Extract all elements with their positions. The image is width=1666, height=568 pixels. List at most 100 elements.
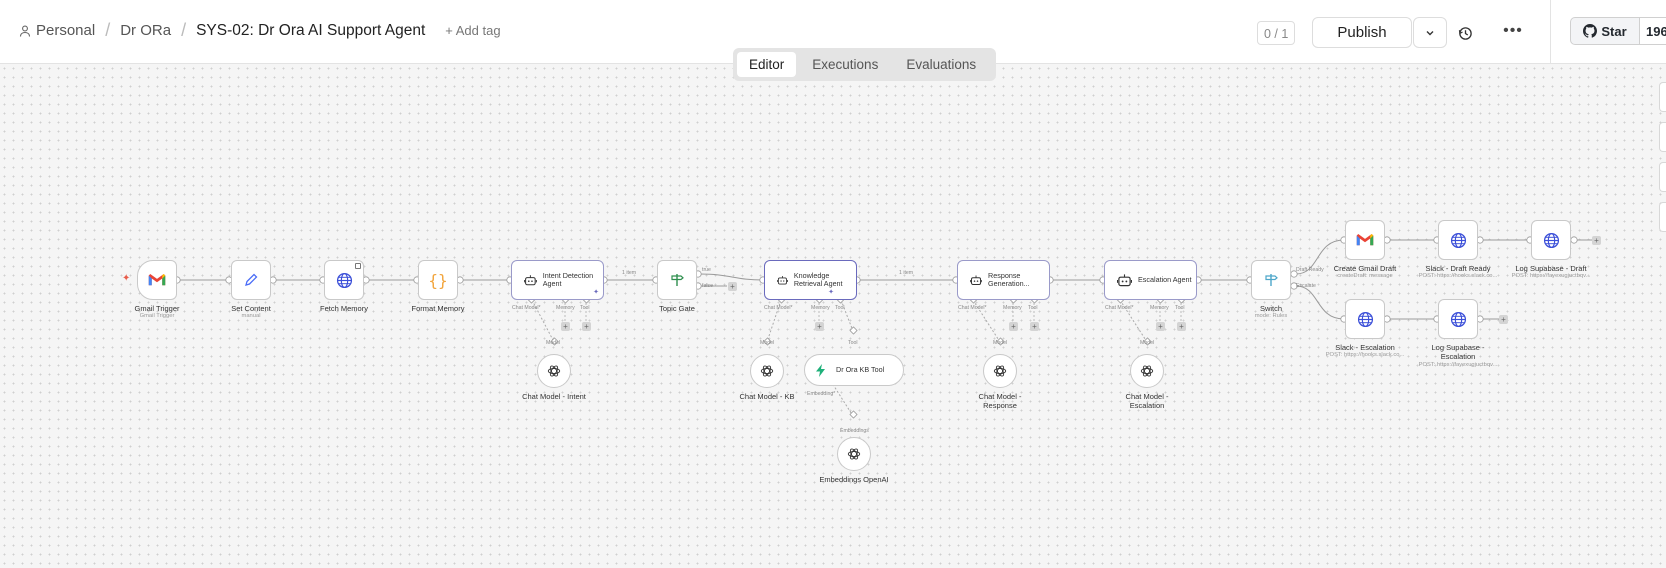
port-label: Tool	[835, 305, 845, 311]
github-star-button[interactable]: Star	[1570, 17, 1640, 45]
pin-icon: ✦	[828, 289, 834, 296]
add-memory-button[interactable]: +	[561, 322, 570, 331]
chat-model-kb-node[interactable]	[750, 354, 784, 388]
port-label: Chat Model*	[958, 305, 987, 311]
github-star-count[interactable]: 196,1	[1640, 17, 1666, 45]
breadcrumb-project[interactable]: Dr ORa	[120, 22, 171, 39]
kb-tool-node[interactable]: Dr Ora KB Tool	[804, 354, 904, 386]
set-content-node[interactable]	[231, 260, 271, 300]
add-tool-button[interactable]: +	[1030, 322, 1039, 331]
add-tool-button[interactable]: +	[582, 322, 591, 331]
knowledge-retrieval-agent-node[interactable]: Knowledge Retrieval Agent ✦	[764, 260, 857, 300]
tab-editor[interactable]: Editor	[737, 52, 797, 77]
port-label: Tool	[848, 340, 858, 346]
add-node-button[interactable]: +	[1499, 315, 1508, 324]
tab-evaluations[interactable]: Evaluations	[894, 52, 988, 77]
port-label: Model	[993, 340, 1008, 346]
gmail-trigger-node[interactable]	[137, 260, 177, 300]
port-label: true	[702, 267, 711, 273]
chat-model-escalation-node[interactable]	[1130, 354, 1164, 388]
person-icon	[19, 25, 31, 37]
node-subtitle: manual	[241, 313, 261, 319]
publish-button[interactable]: Publish	[1312, 17, 1412, 48]
switch-node[interactable]	[1251, 260, 1291, 300]
node-label: Intent Detection Agent	[542, 270, 594, 288]
chat-model-intent-node[interactable]	[537, 354, 571, 388]
port-label: Model	[546, 340, 561, 346]
openai-icon	[847, 448, 861, 460]
breadcrumb: Personal / Dr ORa / SYS-02: Dr Ora AI Su…	[18, 20, 501, 41]
node-label: Log Supabase - Draft	[1515, 264, 1587, 273]
globe-icon	[336, 272, 352, 288]
node-label: Chat Model - KB	[739, 392, 795, 401]
add-memory-button[interactable]: +	[815, 322, 824, 331]
port-label: Embeddings	[840, 428, 869, 434]
node-subtitle: POST: https://hooks.slack.co...	[1325, 352, 1405, 358]
pencil-icon	[245, 273, 258, 286]
tab-executions[interactable]: Executions	[800, 52, 890, 77]
port-label: Model	[760, 340, 775, 346]
history-button[interactable]	[1452, 20, 1478, 46]
port-label: Model	[1140, 340, 1155, 346]
gmail-icon	[148, 274, 166, 286]
add-node-button[interactable]: +	[1592, 236, 1601, 245]
github-icon	[1583, 24, 1598, 38]
node-subtitle: POST: https://fayexugjuctbqv...	[1418, 362, 1498, 368]
edge-label: 1 item	[899, 270, 914, 276]
port-label: Memory	[1150, 305, 1169, 311]
response-generation-agent-node[interactable]: Response Generation...	[957, 260, 1050, 300]
port-label: Chat Model*	[1105, 305, 1134, 311]
log-supabase-escalation-node[interactable]	[1438, 299, 1478, 339]
link-icon	[355, 263, 361, 269]
port-label: Tool	[1175, 305, 1185, 311]
pin-icon: ✦	[593, 289, 599, 296]
fetch-memory-node[interactable]	[324, 260, 364, 300]
node-label: Escalation Agent	[1138, 274, 1192, 284]
openai-icon	[1140, 365, 1154, 377]
node-subtitle: mode: Rules	[1254, 313, 1288, 319]
create-gmail-draft-node[interactable]	[1345, 220, 1385, 260]
divider	[1550, 0, 1551, 64]
slack-draft-ready-node[interactable]	[1438, 220, 1478, 260]
format-memory-node[interactable]: {}	[418, 260, 458, 300]
embeddings-openai-node[interactable]	[837, 437, 871, 471]
breadcrumb-personal[interactable]: Personal	[36, 22, 95, 39]
publish-dropdown-button[interactable]	[1413, 17, 1447, 48]
log-supabase-draft-node[interactable]	[1531, 220, 1571, 260]
history-icon	[1458, 26, 1472, 40]
port-label: Memory	[811, 305, 830, 311]
slack-escalation-node[interactable]	[1345, 299, 1385, 339]
node-label: Response Generation...	[988, 270, 1030, 288]
more-options-button[interactable]: •••	[1500, 18, 1526, 44]
node-label: Chat Model - Intent	[522, 392, 586, 401]
workflow-canvas[interactable]: ✦ Gmail Trigger Gmail Trigger Set Conten…	[0, 64, 1666, 568]
view-tabs: Editor Executions Evaluations	[733, 48, 997, 81]
topic-gate-node[interactable]	[657, 260, 697, 300]
chevron-down-icon	[1426, 30, 1434, 35]
node-label: Switch	[1259, 304, 1283, 313]
chat-model-response-node[interactable]	[983, 354, 1017, 388]
breadcrumb-separator: /	[181, 20, 187, 40]
add-node-button[interactable]: +	[728, 282, 737, 291]
add-tool-button[interactable]: +	[1177, 322, 1186, 331]
port-label: Tool	[580, 305, 590, 311]
port-label: false	[702, 283, 713, 289]
breadcrumb-separator: /	[105, 20, 111, 40]
robot-icon	[524, 275, 537, 286]
node-label: Chat Model - Response	[978, 392, 1022, 410]
openai-icon	[760, 365, 774, 377]
add-memory-button[interactable]: +	[1009, 322, 1018, 331]
port-label: Chat Model*	[764, 305, 793, 311]
robot-icon	[777, 275, 788, 285]
port-label: Tool	[1028, 305, 1038, 311]
add-tag-button[interactable]: + Add tag	[445, 23, 500, 38]
add-memory-button[interactable]: +	[1156, 322, 1165, 331]
intent-detection-agent-node[interactable]: Intent Detection Agent ✦	[511, 260, 604, 300]
globe-icon	[1543, 232, 1559, 248]
edge-label: 1 item	[622, 270, 637, 276]
signpost-icon	[671, 274, 684, 286]
escalation-agent-node[interactable]: Escalation Agent	[1104, 260, 1197, 300]
robot-icon	[970, 275, 983, 286]
node-label: Slack - Escalation	[1335, 343, 1395, 352]
workflow-title[interactable]: SYS-02: Dr Ora AI Support Agent	[196, 22, 425, 40]
